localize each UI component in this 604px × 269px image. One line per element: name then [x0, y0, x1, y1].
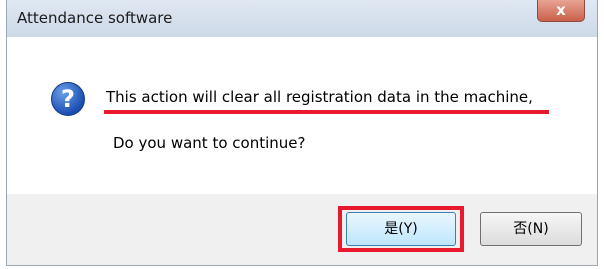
close-button[interactable]: x	[537, 0, 585, 22]
dialog-content: ? This action will clear all registratio…	[7, 37, 597, 194]
confirm-question: Do you want to continue?	[113, 134, 306, 152]
close-icon: x	[556, 1, 566, 19]
no-button[interactable]: 否(N)	[480, 212, 582, 246]
question-icon-glyph: ?	[61, 85, 75, 113]
yes-button[interactable]: 是(Y)	[346, 212, 456, 246]
warning-message: This action will clear all registration …	[106, 88, 533, 106]
question-icon: ?	[51, 82, 85, 116]
message-highlight-underline	[104, 110, 549, 114]
window-title: Attendance software	[17, 9, 173, 27]
title-bar[interactable]: Attendance software x	[7, 0, 597, 37]
